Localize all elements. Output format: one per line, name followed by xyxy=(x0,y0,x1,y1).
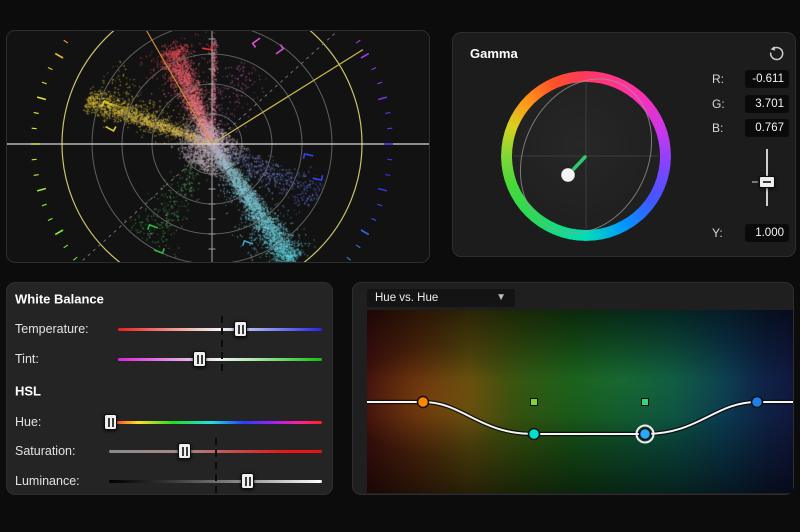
vectorscope-graticule xyxy=(7,31,430,263)
target-box-magenta xyxy=(253,31,284,61)
handle-slot xyxy=(763,181,771,183)
slider-label: Tint: xyxy=(15,352,39,366)
vectorscope-panel xyxy=(6,30,430,263)
hue-curves-panel: Hue vs. Hue ▼ xyxy=(352,282,794,495)
slider-track[interactable] xyxy=(118,328,322,331)
curve-anchor[interactable] xyxy=(418,397,429,408)
curve-mode-label: Hue vs. Hue xyxy=(375,289,438,307)
green-label: G: xyxy=(712,97,725,111)
hue-square-marker[interactable] xyxy=(642,399,649,406)
slider-track[interactable] xyxy=(118,358,322,361)
red-label: R: xyxy=(712,72,724,86)
green-value-box[interactable]: 3.701 xyxy=(745,95,789,113)
target-box-red xyxy=(189,31,214,50)
wheel-indicator-dot[interactable] xyxy=(561,168,575,182)
slider-handle[interactable] xyxy=(104,414,117,430)
handle-grip xyxy=(245,477,251,486)
slider-track[interactable] xyxy=(109,421,322,424)
handle-grip xyxy=(108,418,114,427)
reset-button[interactable] xyxy=(767,45,785,63)
slider-handle[interactable] xyxy=(193,351,206,367)
white-balance-heading: White Balance xyxy=(15,292,104,307)
handle-grip xyxy=(197,355,203,364)
blue-label: B: xyxy=(712,121,723,135)
undo-circular-arrow-icon xyxy=(767,45,785,63)
gamma-panel: Gamma R: -0.611 G: 3.701 B: 0.767 Y xyxy=(452,32,796,257)
handle-grip xyxy=(238,325,244,334)
center-detent-mark xyxy=(215,438,217,494)
curve-anchor[interactable] xyxy=(529,429,540,440)
target-box-cyan xyxy=(237,241,265,263)
hue-square-marker[interactable] xyxy=(531,399,538,406)
curve-mode-dropdown[interactable]: Hue vs. Hue ▼ xyxy=(367,289,515,307)
white-balance-panel: White Balance HSL Temperature: Tint: Hue: S… xyxy=(6,282,333,495)
handle-grip xyxy=(182,447,188,456)
slider-handle[interactable] xyxy=(234,321,247,337)
slider-handle[interactable] xyxy=(241,473,254,489)
center-detent-mark xyxy=(221,316,223,374)
slider-label: Saturation: xyxy=(15,444,75,458)
blue-value-box[interactable]: 0.767 xyxy=(745,119,789,137)
hue-curve-spline[interactable] xyxy=(367,402,793,434)
red-value-box[interactable]: -0.611 xyxy=(745,70,789,88)
blue-field-row: B: 0.767 xyxy=(453,119,797,137)
master-wheel-slider-tick xyxy=(752,181,758,183)
slider-label: Luminance: xyxy=(15,474,80,488)
curve-anchor[interactable] xyxy=(640,429,651,440)
target-box-green xyxy=(142,225,170,253)
chevron-down-icon: ▼ xyxy=(496,289,506,306)
color-grading-workspace: Gamma R: -0.611 G: 3.701 B: 0.767 Y xyxy=(0,0,800,532)
hue-curve-layer xyxy=(367,310,793,493)
slider-handle[interactable] xyxy=(178,443,191,459)
green-field-row: G: 3.701 xyxy=(453,95,797,113)
master-wheel-slider-handle[interactable] xyxy=(759,176,775,188)
luma-value-box[interactable]: 1.000 xyxy=(745,224,789,242)
target-box-blue xyxy=(300,154,326,180)
slider-label: Temperature: xyxy=(15,322,89,336)
luma-label: Y: xyxy=(712,226,723,240)
slider-label: Hue: xyxy=(15,415,41,429)
curve-anchor[interactable] xyxy=(752,397,763,408)
red-field-row: R: -0.611 xyxy=(453,70,797,88)
hue-curve-editor[interactable] xyxy=(367,310,793,493)
hsl-heading: HSL xyxy=(15,384,41,399)
gamma-panel-title: Gamma xyxy=(470,46,518,61)
luma-field-row: Y: 1.000 xyxy=(453,224,797,242)
